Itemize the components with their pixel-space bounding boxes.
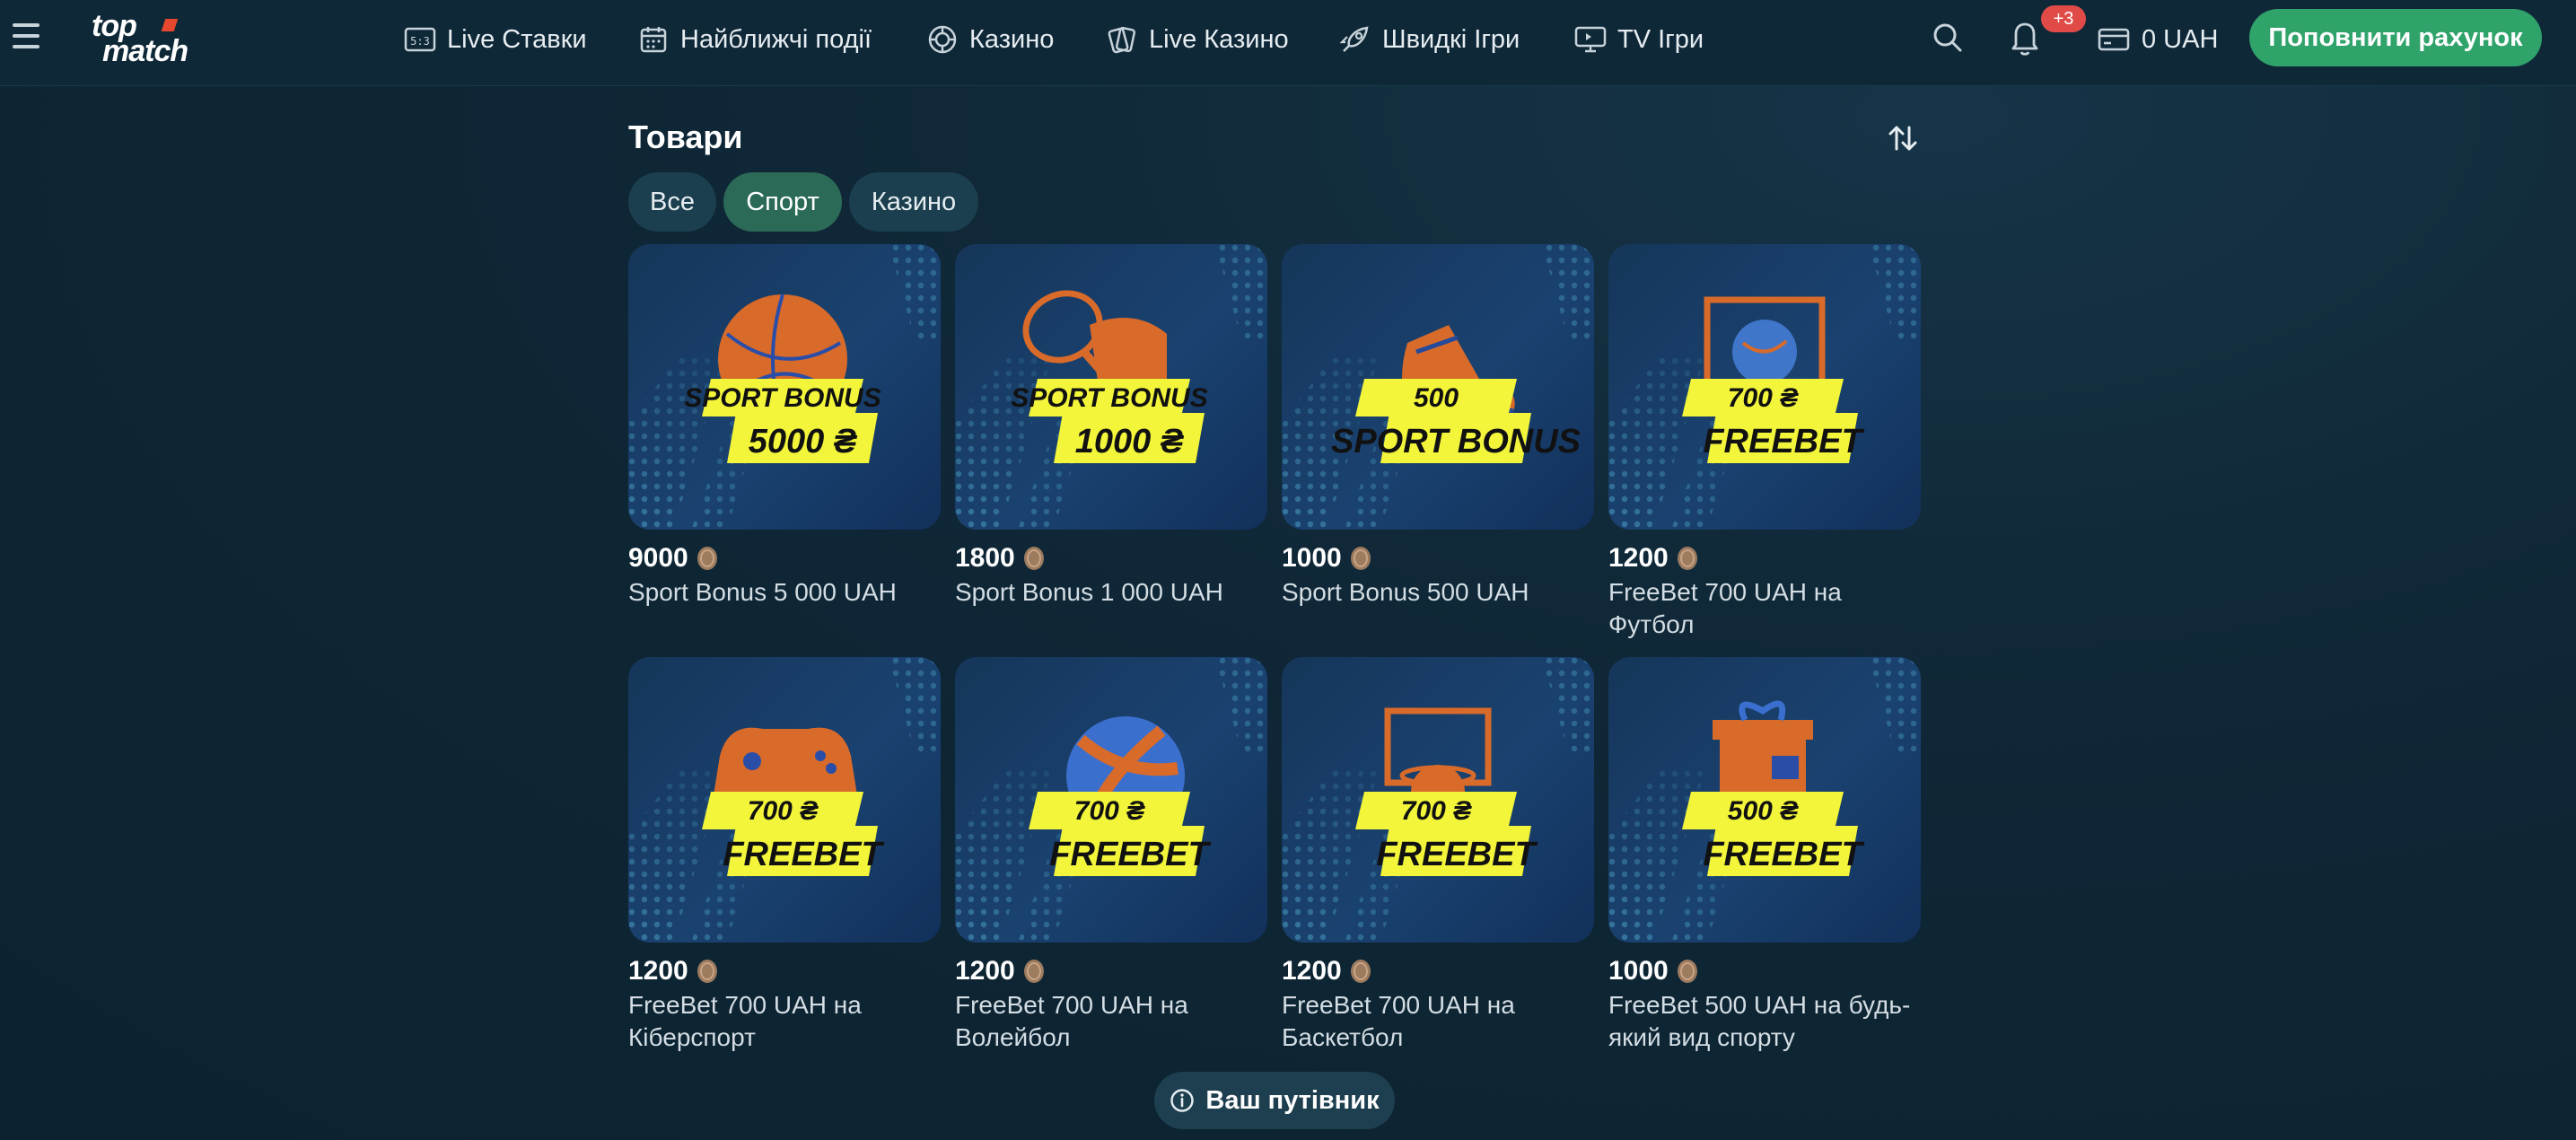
product-card[interactable]: 700 ₴ FREEBET 1200 FreeBet 700 UAH на Баске…	[1282, 657, 1594, 1054]
product-price: 1200	[1282, 955, 1594, 987]
banner-line-1: 700 ₴	[1728, 383, 1799, 413]
nav-upcoming-events[interactable]: Найближчі події	[637, 20, 872, 59]
banner-line-1: 500 ₴	[1728, 796, 1799, 826]
page-title: Товари	[628, 118, 743, 155]
product-price: 1200	[628, 955, 941, 987]
banner-line-2: SPORT BONUS	[1331, 423, 1581, 460]
banner-line-1: 700 ₴	[1401, 796, 1472, 826]
banner-line-2: FREEBET	[1376, 836, 1538, 873]
banner-line-2: FREEBET	[723, 836, 884, 873]
product-price: 1000	[1608, 955, 1921, 987]
coin-icon	[1023, 547, 1044, 570]
product-price: 1200	[955, 955, 1267, 987]
product-image: SPORT BONUS 1000 ₴	[955, 244, 1267, 530]
nav-live-casino[interactable]: Live Казино	[1106, 20, 1289, 59]
svg-text:5:3: 5:3	[410, 35, 430, 48]
guide-button[interactable]: Ваш путівник	[1154, 1072, 1395, 1129]
product-price: 9000	[628, 542, 941, 574]
coin-icon	[697, 960, 717, 983]
banner-line-2: FREEBET	[1703, 423, 1864, 460]
wallet-balance[interactable]: 0 UAH	[2097, 20, 2218, 59]
calendar-icon	[637, 23, 670, 56]
banner-line-1: 500	[1414, 383, 1459, 413]
filter-chip-sport[interactable]: Спорт	[723, 172, 842, 232]
product-price: 1800	[955, 542, 1267, 574]
coin-icon	[1023, 960, 1044, 983]
banner-line-2: 5000 ₴	[749, 423, 858, 460]
product-name: Sport Bonus 1 000 UAH	[955, 578, 1223, 606]
nav-quick-games[interactable]: Швидкі Ігри	[1339, 20, 1520, 59]
product-card[interactable]: SPORT BONUS 1000 ₴ 1800 Sport Bonus 1 000 U…	[955, 244, 1267, 609]
notifications-badge: +3	[2041, 5, 2086, 32]
product-image: 700 ₴ FREEBET	[1282, 657, 1594, 943]
coin-icon	[1350, 960, 1371, 983]
product-name: FreeBet 700 UAH на Футбол	[1608, 578, 1842, 638]
product-image: 500 ₴ FREEBET	[1608, 657, 1921, 943]
product-card[interactable]: SPORT BONUS 5000 ₴ 9000 Sport Bonus 5 000 U…	[628, 244, 941, 609]
product-image: SPORT BONUS 5000 ₴	[628, 244, 941, 530]
product-image: 700 ₴ FREEBET	[955, 657, 1267, 943]
product-price: 1200	[1608, 542, 1921, 574]
casino-chip-icon	[926, 23, 959, 56]
banner-line-1: SPORT BONUS	[1011, 383, 1207, 413]
coin-icon	[697, 547, 717, 570]
product-card[interactable]: 700 ₴ FREEBET 1200 FreeBet 700 UAH на Волей…	[955, 657, 1267, 1054]
filter-chip-all[interactable]: Все	[628, 172, 716, 232]
tv-icon	[1574, 23, 1607, 56]
cards-icon	[1106, 23, 1138, 56]
product-price: 1000	[1282, 542, 1594, 574]
product-image: 700 ₴ FREEBET	[1608, 244, 1921, 530]
coin-icon	[1350, 547, 1371, 570]
banner-line-1: SPORT BONUS	[684, 383, 881, 413]
filter-chip-casino[interactable]: Казино	[849, 172, 978, 232]
top-bar: top match 5:3 Live Ставки Найближчі поді…	[0, 0, 2576, 86]
deposit-button[interactable]: Поповнити рахунок	[2249, 9, 2542, 66]
product-name: FreeBet 700 UAH на Волейбол	[955, 991, 1188, 1051]
logo[interactable]: top match	[90, 11, 224, 66]
banner-line-1: 700 ₴	[1074, 796, 1145, 826]
product-image: 700 ₴ FREEBET	[628, 657, 941, 943]
coin-icon	[1677, 960, 1697, 983]
wallet-icon	[2097, 26, 2131, 53]
product-card[interactable]: 700 ₴ FREEBET 1200 FreeBet 700 UAH на Футбо…	[1608, 244, 1921, 641]
nav-tv-games[interactable]: TV Ігри	[1574, 20, 1704, 59]
banner-line-1: 700 ₴	[748, 796, 819, 826]
nav-live-bets[interactable]: 5:3 Live Ставки	[404, 20, 587, 59]
bell-icon[interactable]	[2007, 18, 2043, 57]
info-icon	[1170, 1088, 1195, 1113]
banner-line-2: 1000 ₴	[1075, 423, 1185, 460]
banner-line-2: FREEBET	[1703, 836, 1864, 873]
search-icon[interactable]	[1930, 20, 1966, 56]
scoreboard-icon: 5:3	[404, 23, 436, 56]
menu-icon[interactable]	[13, 23, 41, 50]
product-name: FreeBet 700 UAH на Баскетбол	[1282, 991, 1515, 1051]
product-card[interactable]: 700 ₴ FREEBET 1200 FreeBet 700 UAH на Кібер…	[628, 657, 941, 1054]
coin-icon	[1677, 547, 1697, 570]
nav-casino[interactable]: Казино	[926, 20, 1054, 59]
product-card[interactable]: 500 ₴ FREEBET 1000 FreeBet 500 UAH на будь-…	[1608, 657, 1921, 1054]
product-name: FreeBet 700 UAH на Кіберспорт	[628, 991, 862, 1051]
rocket-icon	[1339, 23, 1371, 56]
product-name: Sport Bonus 5 000 UAH	[628, 578, 897, 606]
banner-line-2: FREEBET	[1049, 836, 1211, 873]
product-card[interactable]: 500 SPORT BONUS 1000 Sport Bonus 500 UAH	[1282, 244, 1594, 609]
product-image: 500 SPORT BONUS	[1282, 244, 1594, 530]
product-name: FreeBet 500 UAH на будь-який вид спорту	[1608, 991, 1911, 1051]
sort-icon[interactable]	[1885, 120, 1921, 156]
product-name: Sport Bonus 500 UAH	[1282, 578, 1529, 606]
